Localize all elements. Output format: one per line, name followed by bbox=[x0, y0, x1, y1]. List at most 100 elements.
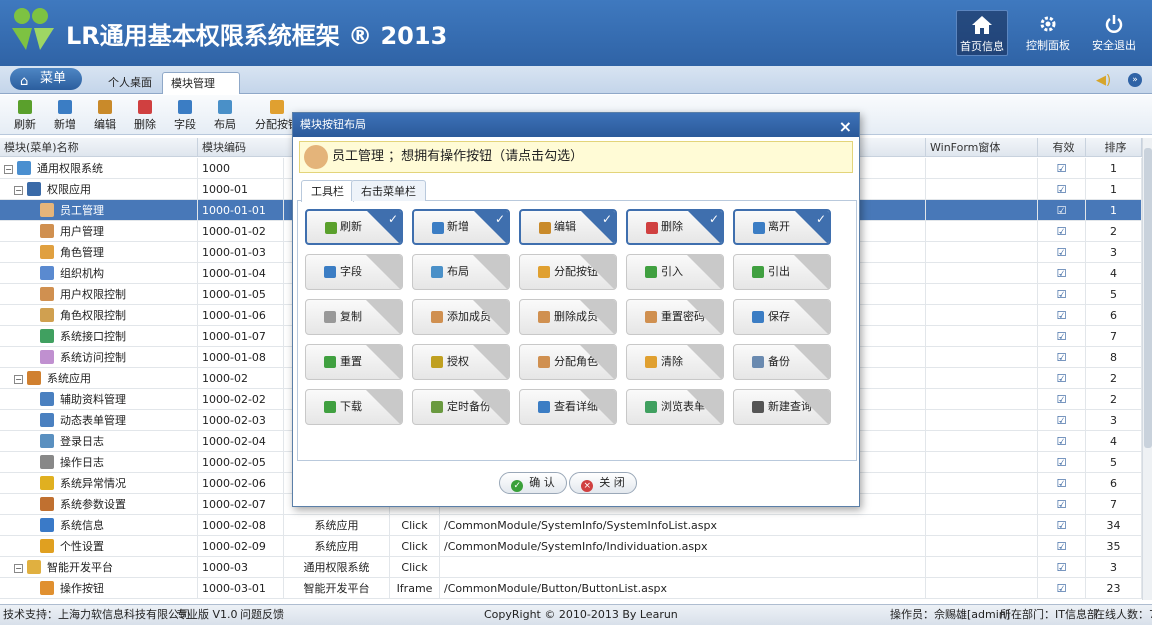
option-button-24[interactable]: 新建查询 bbox=[733, 389, 831, 425]
tab-context-menu[interactable]: 右击菜单栏 bbox=[351, 180, 426, 201]
enabled-checkbox[interactable]: ☑ bbox=[1038, 473, 1086, 494]
cell-winform bbox=[926, 410, 1038, 431]
enabled-checkbox[interactable]: ☑ bbox=[1038, 200, 1086, 221]
enabled-checkbox[interactable]: ☑ bbox=[1038, 284, 1086, 305]
tab-module-management[interactable]: 模块管理 × bbox=[162, 72, 240, 112]
corner-marker bbox=[794, 255, 830, 289]
toolbar-layout-button[interactable]: 布局 bbox=[206, 100, 244, 132]
cell-sort: 3 bbox=[1086, 242, 1142, 263]
close-button[interactable]: × 关 闭 bbox=[569, 472, 637, 494]
column-header-enabled[interactable]: 有效 bbox=[1038, 138, 1086, 157]
column-header-name[interactable]: 模块(菜单)名称 bbox=[0, 138, 198, 157]
enabled-checkbox[interactable]: ☑ bbox=[1038, 242, 1086, 263]
module-icon bbox=[40, 287, 54, 301]
option-button-17[interactable]: 分配角色 bbox=[519, 344, 617, 380]
option-button-14[interactable]: 保存 bbox=[733, 299, 831, 335]
option-button-13[interactable]: 重置密码 bbox=[626, 299, 724, 335]
enabled-checkbox[interactable]: ☑ bbox=[1038, 536, 1086, 557]
cell-sort: 5 bbox=[1086, 284, 1142, 305]
table-row[interactable]: − 智能开发平台 1000-03 通用权限系统 Click ☑ 3 bbox=[0, 557, 1142, 578]
toolbar-field-button[interactable]: 字段 bbox=[166, 100, 204, 132]
tab-toolbar[interactable]: 工具栏 bbox=[301, 180, 354, 202]
option-button-11[interactable]: 添加成员 bbox=[412, 299, 510, 335]
option-icon bbox=[538, 266, 550, 278]
enabled-checkbox[interactable]: ☑ bbox=[1038, 263, 1086, 284]
option-button-0[interactable]: ✓ 刷新 bbox=[305, 209, 403, 245]
menu-label: 菜单 bbox=[40, 71, 67, 86]
option-button-22[interactable]: 查看详细 bbox=[519, 389, 617, 425]
enabled-checkbox[interactable]: ☑ bbox=[1038, 368, 1086, 389]
option-button-23[interactable]: 浏览表单 bbox=[626, 389, 724, 425]
enabled-checkbox[interactable]: ☑ bbox=[1038, 305, 1086, 326]
enabled-checkbox[interactable]: ☑ bbox=[1038, 221, 1086, 242]
enabled-checkbox[interactable]: ☑ bbox=[1038, 347, 1086, 368]
option-button-18[interactable]: 清除 bbox=[626, 344, 724, 380]
option-button-7[interactable]: 分配按钮 bbox=[519, 254, 617, 290]
collapse-icon[interactable]: » bbox=[1128, 73, 1142, 87]
module-name: 操作按钮 bbox=[60, 582, 104, 595]
home-button[interactable]: 首页信息 bbox=[956, 10, 1008, 56]
dialog-close-icon[interactable]: × bbox=[839, 115, 852, 139]
menu-button[interactable]: ⌂ 菜单 bbox=[10, 68, 82, 90]
module-name: 系统信息 bbox=[60, 519, 104, 532]
module-name: 角色权限控制 bbox=[60, 309, 126, 322]
option-icon bbox=[538, 356, 550, 368]
enabled-checkbox[interactable]: ☑ bbox=[1038, 431, 1086, 452]
enabled-checkbox[interactable]: ☑ bbox=[1038, 515, 1086, 536]
option-button-19[interactable]: 备份 bbox=[733, 344, 831, 380]
module-name: 操作日志 bbox=[60, 456, 104, 469]
option-button-15[interactable]: 重置 bbox=[305, 344, 403, 380]
tree-collapse-icon[interactable]: − bbox=[14, 186, 23, 195]
option-button-3[interactable]: ✓ 删除 bbox=[626, 209, 724, 245]
tree-collapse-icon[interactable]: − bbox=[14, 375, 23, 384]
version-text: 专业版 V1.0 bbox=[176, 608, 238, 621]
option-button-21[interactable]: 定时备份 bbox=[412, 389, 510, 425]
enabled-checkbox[interactable]: ☑ bbox=[1038, 389, 1086, 410]
option-button-2[interactable]: ✓ 编辑 bbox=[519, 209, 617, 245]
sound-icon[interactable]: ◀) bbox=[1096, 73, 1111, 88]
confirm-button[interactable]: ✓ 确 认 bbox=[499, 472, 567, 494]
tree-collapse-icon[interactable]: − bbox=[4, 165, 13, 174]
option-button-4[interactable]: ✓ 离开 bbox=[733, 209, 831, 245]
option-button-20[interactable]: 下载 bbox=[305, 389, 403, 425]
option-button-16[interactable]: 授权 bbox=[412, 344, 510, 380]
module-button-layout-dialog: 模块按钮布局 × 员工管理 ；想拥有操作按钮（请点击勾选） 工具栏 右击菜单栏 … bbox=[292, 112, 860, 507]
enabled-checkbox[interactable]: ☑ bbox=[1038, 557, 1086, 578]
table-row[interactable]: 个性设置 1000-02-09 系统应用 Click/CommonModule/Sys… bbox=[0, 536, 1142, 557]
column-header-sort[interactable]: 排序 bbox=[1086, 138, 1142, 157]
scrollbar-thumb[interactable] bbox=[1144, 148, 1152, 448]
enabled-checkbox[interactable]: ☑ bbox=[1038, 410, 1086, 431]
option-button-10[interactable]: 复制 bbox=[305, 299, 403, 335]
toolbar-add-button[interactable]: 新增 bbox=[46, 100, 84, 132]
table-row[interactable]: 操作按钮 1000-03-01 智能开发平台 Iframe/CommonModule/… bbox=[0, 578, 1142, 599]
module-icon bbox=[40, 455, 54, 469]
vertical-scrollbar[interactable] bbox=[1142, 138, 1152, 600]
enabled-checkbox[interactable]: ☑ bbox=[1038, 494, 1086, 515]
option-button-9[interactable]: 引出 bbox=[733, 254, 831, 290]
option-button-1[interactable]: ✓ 新增 bbox=[412, 209, 510, 245]
toolbar-refresh-button[interactable]: 刷新 bbox=[6, 100, 44, 132]
tree-collapse-icon[interactable]: − bbox=[14, 564, 23, 573]
toolbar-edit-button[interactable]: 编辑 bbox=[86, 100, 124, 132]
option-icon bbox=[539, 222, 551, 234]
option-button-5[interactable]: 字段 bbox=[305, 254, 403, 290]
toolbar-delete-button[interactable]: 删除 bbox=[126, 100, 164, 132]
control-panel-button[interactable]: 控制面板 bbox=[1022, 10, 1074, 56]
option-button-8[interactable]: 引入 bbox=[626, 254, 724, 290]
table-row[interactable]: 系统信息 1000-02-08 系统应用 Click/CommonModule/Sys… bbox=[0, 515, 1142, 536]
enabled-checkbox[interactable]: ☑ bbox=[1038, 158, 1086, 179]
enabled-checkbox[interactable]: ☑ bbox=[1038, 179, 1086, 200]
feedback-link[interactable]: 问题反馈 bbox=[240, 605, 284, 625]
module-icon bbox=[40, 203, 54, 217]
option-button-6[interactable]: 布局 bbox=[412, 254, 510, 290]
enabled-checkbox[interactable]: ☑ bbox=[1038, 452, 1086, 473]
column-header-winform[interactable]: WinForm窗体 bbox=[926, 138, 1038, 157]
logout-button[interactable]: 安全退出 bbox=[1088, 10, 1140, 56]
enabled-checkbox[interactable]: ☑ bbox=[1038, 578, 1086, 599]
cell-sort: 7 bbox=[1086, 494, 1142, 515]
enabled-checkbox[interactable]: ☑ bbox=[1038, 326, 1086, 347]
tab-desktop[interactable]: 个人桌面 bbox=[100, 72, 160, 94]
cell-module-name: 组织机构 bbox=[0, 263, 198, 284]
option-button-12[interactable]: 删除成员 bbox=[519, 299, 617, 335]
dialog-title-bar[interactable]: 模块按钮布局 × bbox=[293, 113, 859, 137]
